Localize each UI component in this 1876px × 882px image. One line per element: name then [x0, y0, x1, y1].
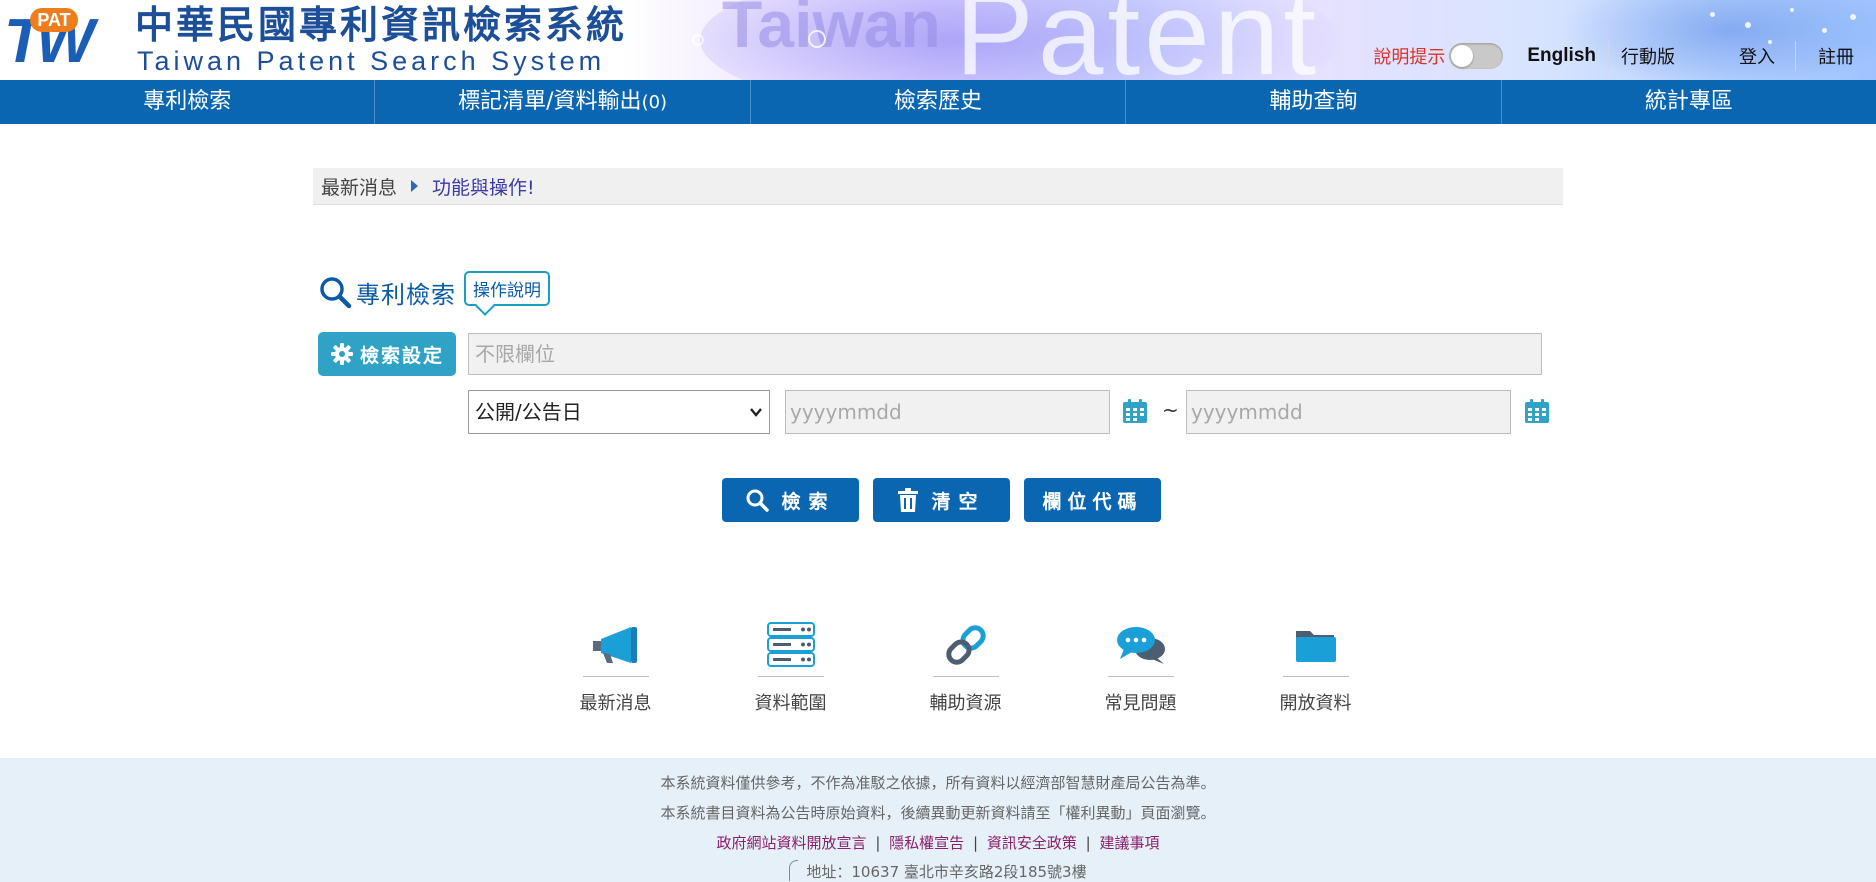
quick-link-label: 資料範圍 [755, 689, 827, 715]
news-link[interactable]: 功能與操作! [432, 173, 535, 200]
clear-button[interactable]: 清空 [873, 478, 1010, 522]
logo-badge: PAT [30, 8, 78, 32]
help-button[interactable]: 操作說明 [464, 271, 550, 306]
quick-links: 最新消息 資料範圍 [528, 618, 1403, 715]
header-bg-dot [1850, 14, 1856, 20]
marked-list-count: (0) [642, 92, 668, 113]
header-bg-dot [1745, 22, 1751, 28]
quick-link-label: 開放資料 [1280, 689, 1352, 715]
clear-button-label: 清空 [931, 487, 985, 514]
nav-item-label: 輔助查詢 [1269, 89, 1357, 114]
nav-item-patent-search[interactable]: 專利檢索 [0, 80, 375, 124]
footer-links: 政府網站資料開放宣言 | 隱私權宣告 | 資訊安全政策 | 建議事項 [0, 834, 1876, 852]
search-actions: 檢索 清空 欄位代碼 [722, 478, 1161, 522]
site-logo[interactable]: TW PAT [0, 4, 128, 74]
chevron-down-icon [749, 405, 763, 419]
nav-item-auxiliary-query[interactable]: 輔助查詢 [1126, 80, 1501, 124]
calendar-icon[interactable] [1122, 398, 1148, 424]
news-ticker: 最新消息 功能與操作! [313, 168, 1563, 205]
calendar-icon[interactable] [1524, 398, 1550, 424]
footer-link-suggestions[interactable]: 建議事項 [1099, 834, 1159, 852]
header-bg-dot [1822, 28, 1827, 33]
english-link[interactable]: English [1515, 45, 1608, 67]
nav-item-label: 檢索歷史 [894, 89, 982, 114]
header-bg-ring [808, 30, 826, 48]
chat-bubbles-icon [1116, 625, 1166, 665]
search-settings-label: 檢索設定 [360, 341, 444, 368]
address-bracket [789, 860, 798, 881]
quick-link-label: 輔助資源 [930, 689, 1002, 715]
date-field-select[interactable]: 公開/公告日 [468, 390, 770, 434]
footer-link-security-policy[interactable]: 資訊安全政策 [987, 834, 1077, 852]
footer-address: 地址：10637 臺北市辛亥路2段185號3樓 [0, 860, 1876, 881]
footer-link-open-data-declaration[interactable]: 政府網站資料開放宣言 [717, 834, 867, 852]
quick-link-data-scope[interactable]: 資料範圍 [703, 618, 878, 715]
keyword-input[interactable] [468, 333, 1542, 375]
quick-link-divider [758, 676, 824, 677]
nav-item-search-history[interactable]: 檢索歷史 [751, 80, 1126, 124]
footer-disclaimer: 本系統資料僅供參考，不作為准駁之依據，所有資料以經濟部智慧財產局公告為準。 [0, 774, 1876, 792]
nav-item-label: 專利檢索 [143, 89, 231, 114]
quick-link-divider [933, 676, 999, 677]
site-title-chinese: 中華民國專利資訊檢索系統 [135, 2, 627, 48]
header-bg-ring [692, 34, 704, 46]
footer-link-separator: | [973, 834, 978, 852]
nav-item-statistics[interactable]: 統計專區 [1502, 80, 1876, 124]
register-link[interactable]: 註冊 [1796, 43, 1876, 69]
login-link[interactable]: 登入 [1687, 43, 1795, 69]
search-icon [745, 488, 769, 512]
field-code-button[interactable]: 欄位代碼 [1024, 478, 1161, 522]
search-heading: 專利檢索 操作說明 [318, 272, 550, 312]
database-icon [767, 622, 815, 668]
quick-link-divider [583, 676, 649, 677]
quick-link-divider [1108, 676, 1174, 677]
date-field-selected: 公開/公告日 [475, 400, 582, 424]
footer-disclaimer: 本系統書目資料為公告時原始資料，後續異動更新資料請至「權利異動」頁面瀏覽。 [0, 804, 1876, 822]
top-utility-bar: 說明提示 English 行動版 登入 註冊 [1373, 36, 1876, 76]
field-code-button-label: 欄位代碼 [1042, 487, 1142, 514]
search-button[interactable]: 檢索 [722, 478, 859, 522]
quick-link-news[interactable]: 最新消息 [528, 618, 703, 715]
nav-item-label: 統計專區 [1645, 89, 1733, 114]
quick-link-divider [1283, 676, 1349, 677]
footer-link-privacy[interactable]: 隱私權宣告 [889, 834, 964, 852]
nav-item-label: 標記清單/資料輸出 [458, 89, 641, 114]
site-header: Taiwan Patent TW PAT 中華民國專利資訊檢索系統 Taiwan… [0, 0, 1876, 80]
search-icon [318, 275, 352, 309]
mobile-version-link[interactable]: 行動版 [1609, 43, 1687, 69]
gear-icon [330, 342, 354, 366]
main-nav: 專利檢索 標記清單/資料輸出(0) 檢索歷史 輔助查詢 統計專區 [0, 80, 1876, 124]
header-bg-word-taiwan: Taiwan [722, 0, 941, 62]
quick-link-resources[interactable]: 輔助資源 [878, 618, 1053, 715]
header-bg-dot [1790, 8, 1794, 12]
hint-toggle-label: 說明提示 [1373, 43, 1445, 69]
quick-link-label: 常見問題 [1105, 689, 1177, 715]
hint-toggle-switch[interactable] [1449, 43, 1503, 69]
date-from-input[interactable] [785, 390, 1110, 434]
nav-item-marked-list[interactable]: 標記清單/資料輸出(0) [375, 80, 750, 124]
search-settings-button[interactable]: 檢索設定 [318, 332, 456, 376]
trash-icon [897, 488, 919, 512]
footer-address-text: 地址：10637 臺北市辛亥路2段185號3樓 [806, 863, 1086, 881]
megaphone-icon [591, 625, 641, 665]
caret-right-icon [411, 180, 418, 192]
toggle-knob [1451, 45, 1473, 67]
search-button-label: 檢索 [781, 487, 835, 514]
search-title: 專利檢索 [356, 275, 456, 310]
date-range-row: 公開/公告日 ~ [468, 390, 1568, 434]
date-range-separator: ~ [1162, 398, 1179, 422]
quick-link-faq[interactable]: 常見問題 [1053, 618, 1228, 715]
header-bg-word-patent: Patent [955, 0, 1320, 80]
news-label: 最新消息 [321, 173, 397, 200]
footer-link-separator: | [1086, 834, 1091, 852]
site-footer: 本系統資料僅供參考，不作為准駁之依據，所有資料以經濟部智慧財產局公告為準。 本系… [0, 758, 1876, 882]
footer-link-separator: | [875, 834, 880, 852]
header-bg-dot [1710, 12, 1715, 17]
date-to-input[interactable] [1186, 390, 1511, 434]
quick-link-label: 最新消息 [580, 689, 652, 715]
link-icon [943, 622, 989, 668]
folder-icon [1294, 627, 1338, 663]
quick-link-open-data[interactable]: 開放資料 [1228, 618, 1403, 715]
site-title-english: Taiwan Patent Search System [137, 46, 605, 76]
